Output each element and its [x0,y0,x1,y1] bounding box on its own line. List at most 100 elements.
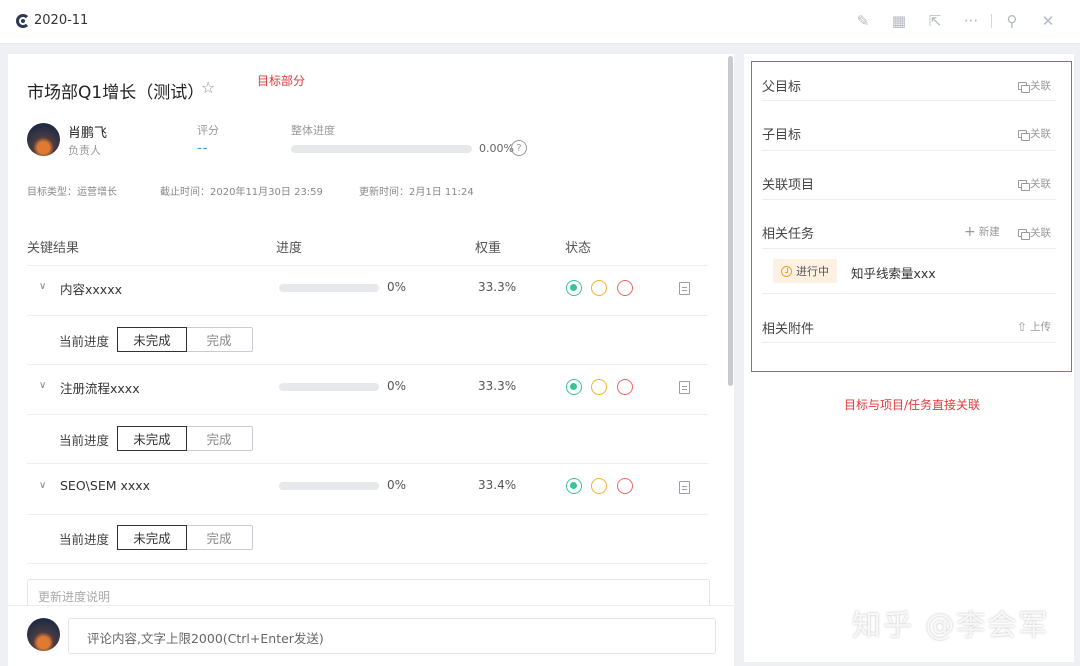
link-icon [1018,129,1030,141]
objective-type: 目标类型：运营增长 [27,187,117,198]
link-label: 关联 [1030,227,1051,239]
status-green-radio[interactable] [566,379,582,395]
link-label: 关联 [1030,80,1051,92]
divider [27,563,708,564]
link-task-button[interactable]: 关联 [1018,225,1051,240]
key-result-name[interactable]: 内容xxxxx [60,279,122,298]
current-progress-label: 当前进度 [59,334,110,349]
current-progress-label: 当前进度 [59,433,110,448]
link-project-button[interactable]: 关联 [1018,176,1051,191]
complete-option[interactable]: 完成 [186,526,252,549]
divider [27,364,708,365]
chevron-down-icon[interactable]: ∨ [39,281,46,292]
close-icon[interactable]: ✕ [1030,10,1066,32]
incomplete-option[interactable]: 未完成 [117,426,187,451]
complete-option[interactable]: 完成 [186,427,252,450]
overall-progress-bar [291,145,472,153]
app-logo-icon [16,14,30,28]
divider [27,514,708,515]
link-icon [1018,81,1030,93]
user-avatar [27,618,60,651]
owner-name: 肖鹏飞 [68,126,108,141]
key-result-progress: 0% [387,478,407,492]
related-task-label: 相关任务 [762,227,815,242]
document-icon[interactable] [679,381,690,394]
window-titlebar: 2020-11 ✎ ▦ ⇱ ··· ⚲ ✕ [0,0,1080,44]
related-project-label: 关联项目 [762,178,815,193]
comment-input[interactable]: 评论内容,文字上限2000(Ctrl+Enter发送) [68,618,716,654]
scrollbar[interactable] [728,56,733,386]
score-label: 评分 [197,124,219,137]
objective-title: 市场部Q1增长（测试） [27,83,205,103]
grid-icon[interactable]: ▦ [881,10,917,32]
link-child-button[interactable]: 关联 [1018,126,1051,141]
parent-objective-label: 父目标 [762,80,802,95]
divider [27,315,708,316]
task-name[interactable]: 知乎线索量xxx [851,263,936,282]
status-yellow-radio[interactable] [591,478,607,494]
edit-icon[interactable]: ✎ [845,10,881,32]
star-icon[interactable]: ☆ [201,78,215,97]
status-red-radio[interactable] [617,379,633,395]
attachment-label: 相关附件 [762,322,815,337]
divider [762,293,1056,294]
annotation-relations: 目标与项目/任务直接关联 [844,398,981,412]
annotation-objective: 目标部分 [257,74,306,88]
header-status: 状态 [565,241,592,256]
task-status: 进行中 [796,265,829,278]
key-result-name[interactable]: 注册流程xxxx [60,378,140,397]
clock-icon [781,265,792,277]
key-result-progress-bar [279,482,379,490]
complete-option[interactable]: 完成 [186,328,252,351]
current-progress-label: 当前进度 [59,532,110,547]
child-objective-label: 子目标 [762,128,802,143]
header-key-result: 关键结果 [27,241,80,256]
key-result-weight: 33.3% [478,280,517,294]
owner-avatar[interactable] [27,123,60,156]
key-result-weight: 33.4% [478,478,517,492]
incomplete-option[interactable]: 未完成 [117,327,187,352]
link-icon [1018,179,1030,191]
header-weight: 权重 [475,241,502,256]
status-yellow-radio[interactable] [591,280,607,296]
toolbar: ✎ ▦ ⇱ ··· ⚲ ✕ [845,10,1066,32]
document-icon[interactable] [679,481,690,494]
status-green-radio[interactable] [566,478,582,494]
status-red-radio[interactable] [617,478,633,494]
upload-button[interactable]: ⇧ 上传 [1017,319,1051,334]
divider [762,342,1056,343]
relations-panel: 父目标 关联 子目标 关联 关联项目 关联 相关任务 + 新建 关联 进行中 知乎… [744,54,1074,662]
key-result-progress: 0% [387,280,407,294]
chevron-down-icon[interactable]: ∨ [39,380,46,391]
task-status-badge: 进行中 [773,259,837,283]
header-progress: 进度 [276,241,303,256]
divider [27,414,708,415]
help-icon[interactable]: ? [511,140,527,156]
pin-icon[interactable]: ⚲ [994,10,1030,32]
watermark: 知乎 @李会军 [852,608,1050,642]
progress-toggle: 未完成 完成 [117,426,253,451]
key-result-name[interactable]: SEO\SEM xxxx [60,478,150,493]
objective-updated: 更新时间：2月1日 11:24 [359,187,474,198]
score-value[interactable]: -- [197,141,208,156]
link-parent-button[interactable]: 关联 [1018,78,1051,93]
divider [27,265,708,266]
link-label: 关联 [1030,128,1051,140]
plus-icon: + [964,223,976,240]
overall-progress-value: 0.00% [479,142,514,155]
more-icon[interactable]: ··· [953,10,989,32]
progress-toggle: 未完成 完成 [117,327,253,352]
divider [762,248,1056,249]
chevron-down-icon[interactable]: ∨ [39,480,46,491]
objective-panel: 市场部Q1增长（测试） ☆ 目标部分 肖鹏飞 负责人 评分 -- 整体进度 0.… [8,54,734,666]
status-green-radio[interactable] [566,280,582,296]
document-icon[interactable] [679,282,690,295]
divider [762,199,1056,200]
key-result-progress-bar [279,284,379,292]
incomplete-option[interactable]: 未完成 [117,525,187,550]
divider [762,150,1056,151]
share-icon[interactable]: ⇱ [917,10,953,32]
status-yellow-radio[interactable] [591,379,607,395]
status-red-radio[interactable] [617,280,633,296]
new-task-button[interactable]: + 新建 [964,224,1000,239]
